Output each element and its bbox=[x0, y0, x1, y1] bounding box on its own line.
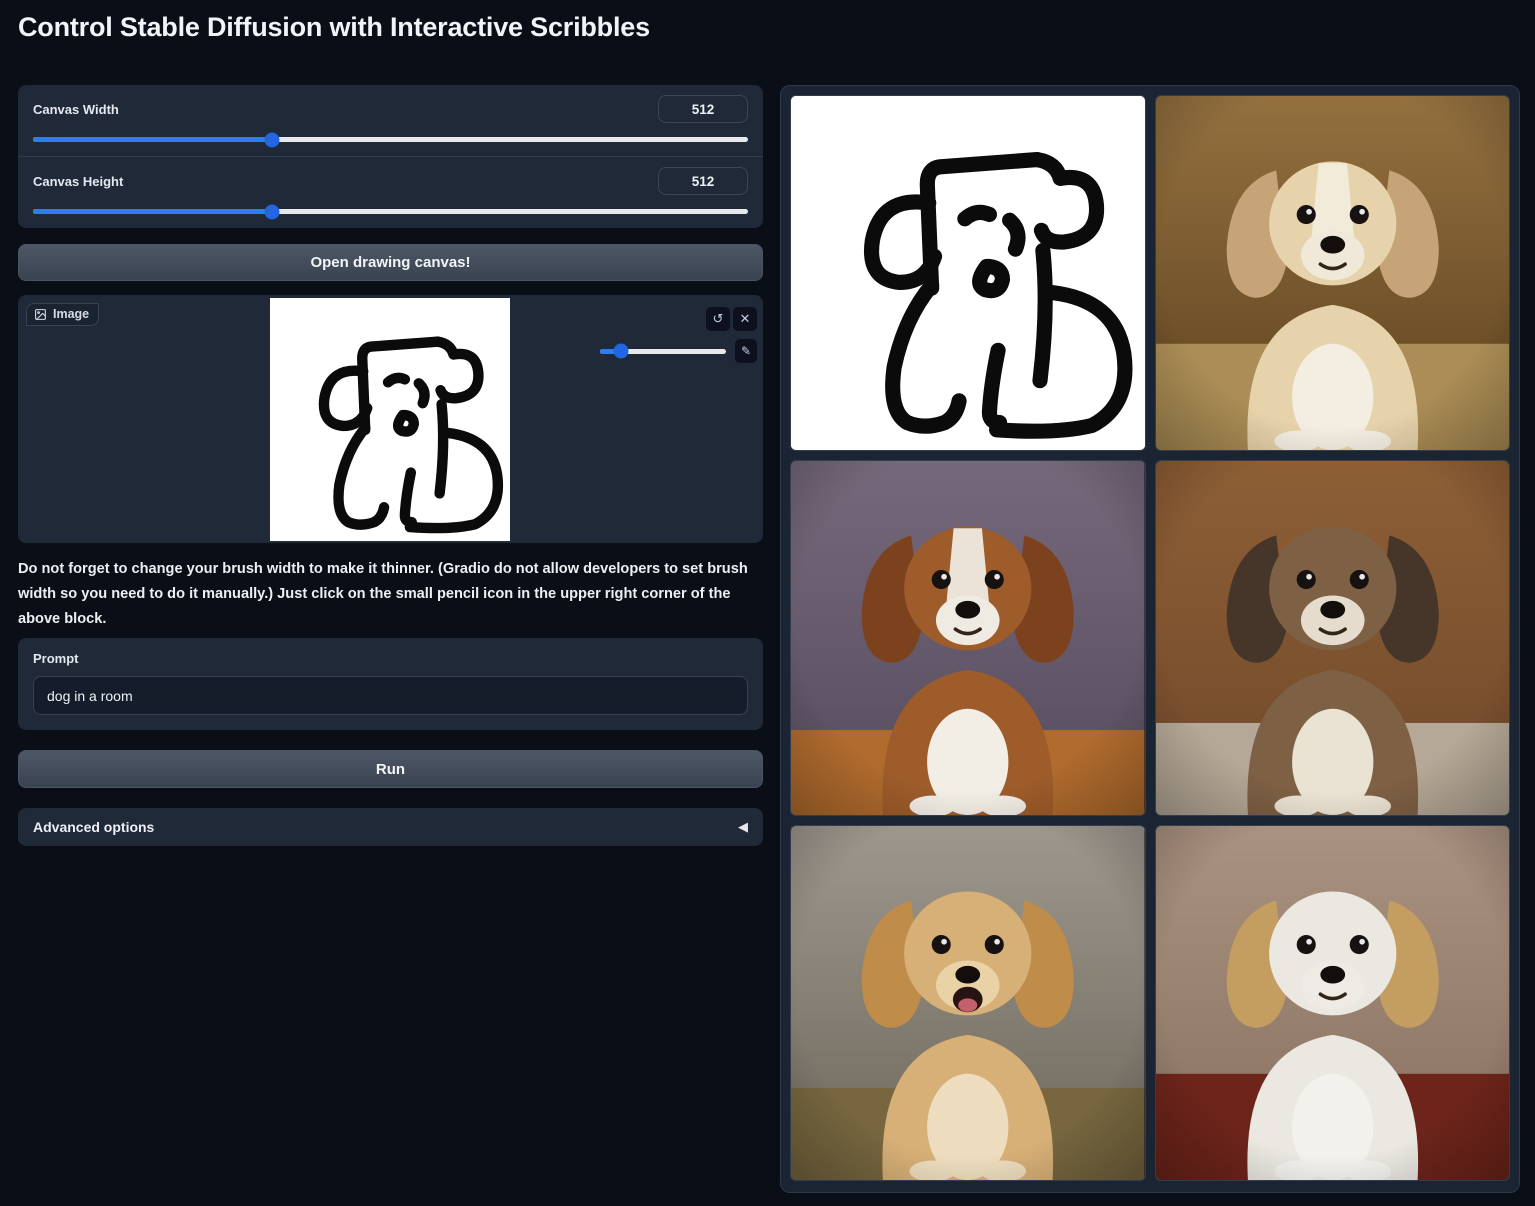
left-column: Canvas Width 512 Canvas Height 512 bbox=[18, 85, 763, 228]
pencil-icon-button[interactable]: ✎ bbox=[735, 339, 757, 363]
gallery-item-dog-photo[interactable] bbox=[1155, 460, 1511, 816]
gallery-item-dog-photo[interactable] bbox=[1155, 95, 1511, 451]
canvas-size-panel: Canvas Width 512 Canvas Height 512 bbox=[18, 85, 763, 228]
run-button[interactable]: Run bbox=[18, 750, 763, 788]
gallery-item-dog-photo[interactable] bbox=[790, 460, 1146, 816]
slider-handle[interactable] bbox=[614, 344, 629, 359]
gallery-item-scribble[interactable] bbox=[790, 95, 1146, 451]
canvas-height-row: Canvas Height 512 bbox=[18, 156, 763, 228]
canvas-width-value[interactable]: 512 bbox=[658, 95, 748, 123]
slider-fill bbox=[33, 209, 272, 214]
canvas-width-label: Canvas Width bbox=[33, 102, 119, 117]
brush-hint-text: Do not forget to change your brush width… bbox=[18, 557, 760, 632]
page-title: Control Stable Diffusion with Interactiv… bbox=[18, 12, 650, 43]
prompt-label: Prompt bbox=[33, 651, 748, 666]
image-editor-block: Image ↺ ✕ ✎ bbox=[18, 295, 763, 543]
drawing-canvas[interactable] bbox=[270, 298, 510, 541]
canvas-height-slider[interactable] bbox=[33, 209, 748, 214]
clear-button[interactable]: ✕ bbox=[733, 307, 757, 331]
canvas-height-value[interactable]: 512 bbox=[658, 167, 748, 195]
slider-handle[interactable] bbox=[264, 132, 279, 147]
open-canvas-button[interactable]: Open drawing canvas! bbox=[18, 244, 763, 281]
image-icon bbox=[34, 308, 47, 321]
prompt-panel: Prompt dog in a room bbox=[18, 638, 763, 730]
brush-size-slider[interactable] bbox=[600, 349, 726, 354]
slider-handle[interactable] bbox=[264, 204, 279, 219]
image-block-label-text: Image bbox=[53, 307, 89, 321]
gallery-item-dog-photo[interactable] bbox=[1155, 825, 1511, 1181]
canvas-height-label: Canvas Height bbox=[33, 174, 123, 189]
result-gallery bbox=[780, 85, 1520, 1193]
image-toolbar: ↺ ✕ bbox=[706, 307, 757, 331]
image-block-label: Image bbox=[26, 303, 99, 326]
canvas-width-row: Canvas Width 512 bbox=[18, 85, 763, 156]
advanced-options-accordion[interactable]: Advanced options ◀ bbox=[18, 808, 763, 846]
prompt-input[interactable]: dog in a room bbox=[33, 676, 748, 715]
slider-fill bbox=[33, 137, 272, 142]
advanced-options-label: Advanced options bbox=[33, 819, 154, 835]
collapse-arrow-icon: ◀ bbox=[738, 820, 748, 835]
undo-button[interactable]: ↺ bbox=[706, 307, 730, 331]
brush-size-controls: ✎ bbox=[600, 339, 757, 363]
canvas-width-slider[interactable] bbox=[33, 137, 748, 142]
gallery-item-dog-photo[interactable] bbox=[790, 825, 1146, 1181]
app-page: Control Stable Diffusion with Interactiv… bbox=[0, 0, 1535, 1206]
